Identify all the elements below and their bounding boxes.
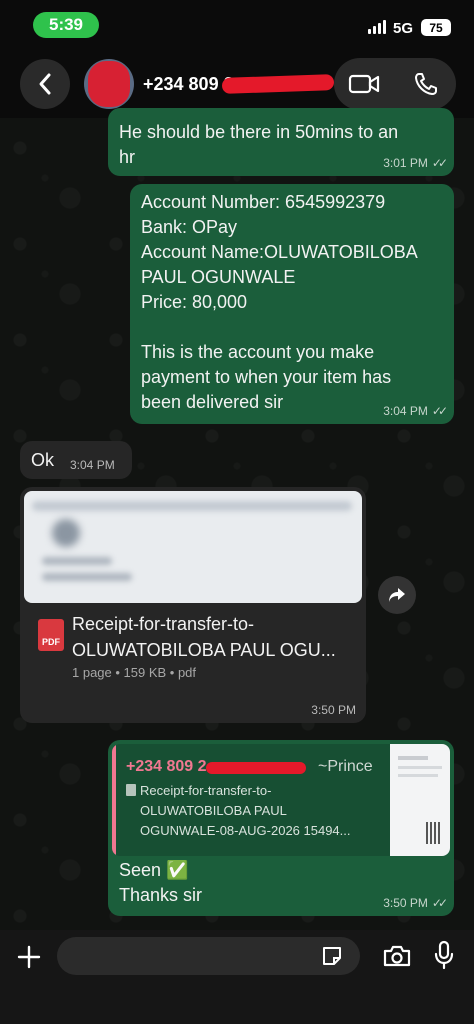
- double-check-icon: ✓✓: [431, 896, 448, 910]
- message-text: Ok: [31, 450, 55, 470]
- video-call-button[interactable]: [334, 58, 394, 110]
- voice-call-button[interactable]: [396, 58, 456, 110]
- camera-button[interactable]: [380, 940, 414, 972]
- back-button[interactable]: [20, 59, 70, 109]
- redaction-scribble: [88, 61, 130, 107]
- message-text: Seen ✅ Thanks sir: [119, 860, 203, 905]
- document-title: Receipt-for-transfer-to- OLUWATOBILOBA P…: [72, 614, 336, 660]
- quote-alias: ~Prince: [318, 758, 373, 775]
- attach-button[interactable]: [12, 940, 46, 974]
- message-time: 3:04 PM: [70, 458, 115, 472]
- message-bubble-incoming[interactable]: Ok 3:04 PM: [20, 441, 132, 479]
- camera-icon: [383, 945, 411, 967]
- double-check-icon: ✓✓: [431, 156, 448, 170]
- back-icon: [39, 73, 51, 95]
- pdf-file-icon: PDF: [38, 619, 64, 651]
- message-bubble-outgoing[interactable]: Account Number: 6545992379 Bank: OPay Ac…: [130, 184, 454, 424]
- battery-icon: 75: [421, 19, 451, 36]
- document-icon: [126, 784, 136, 796]
- sticker-icon: [323, 947, 341, 965]
- avatar[interactable]: [84, 59, 134, 109]
- network-label: 5G: [393, 20, 414, 37]
- message-time: 3:01 PM ✓✓: [383, 156, 448, 170]
- message-time: 3:50 PM ✓✓: [383, 896, 448, 910]
- quote-accent-bar: [112, 744, 116, 856]
- microphone-icon: [434, 940, 454, 970]
- plus-icon: [17, 945, 41, 969]
- phone-icon: [415, 73, 437, 95]
- quote-text: Receipt-for-transfer-to- OLUWATOBILOBA P…: [140, 783, 351, 838]
- sticker-button[interactable]: [320, 944, 344, 968]
- message-time: 3:50 PM: [311, 703, 356, 717]
- message-bubble-outgoing[interactable]: He should be there in 50mins to an hr 3:…: [108, 108, 454, 176]
- document-message[interactable]: PDF Receipt-for-transfer-to- OLUWATOBILO…: [20, 487, 366, 723]
- document-preview[interactable]: [24, 491, 362, 603]
- microphone-button[interactable]: [428, 938, 460, 972]
- battery-level: 75: [429, 20, 443, 35]
- message-text: Account Number: 6545992379 Bank: OPay Ac…: [141, 192, 418, 412]
- message-input[interactable]: [57, 937, 360, 975]
- quote-sender: +234 809 2: [126, 758, 207, 775]
- call-actions: [334, 58, 456, 110]
- message-bubble-outgoing[interactable]: +234 809 2 ~Prince Receipt-for-transfer-…: [108, 740, 454, 916]
- signal-icon: [368, 20, 388, 34]
- forward-button[interactable]: [378, 576, 416, 614]
- document-meta: 1 page • 159 KB • pdf: [72, 665, 197, 680]
- message-time: 3:04 PM ✓✓: [383, 404, 448, 418]
- contact-name[interactable]: +234 809 2: [143, 74, 234, 95]
- quoted-message[interactable]: +234 809 2 ~Prince Receipt-for-transfer-…: [112, 744, 450, 856]
- status-bar: 5:39 5G 75: [0, 0, 474, 52]
- home-indicator-area: [0, 1010, 474, 1024]
- share-arrow-icon: [389, 588, 405, 602]
- redaction-scribble: [206, 762, 306, 774]
- video-call-icon: [348, 74, 380, 94]
- double-check-icon: ✓✓: [431, 404, 448, 418]
- redaction-scribble: [221, 74, 335, 94]
- quote-thumbnail: [390, 744, 450, 856]
- status-time[interactable]: 5:39: [33, 12, 99, 38]
